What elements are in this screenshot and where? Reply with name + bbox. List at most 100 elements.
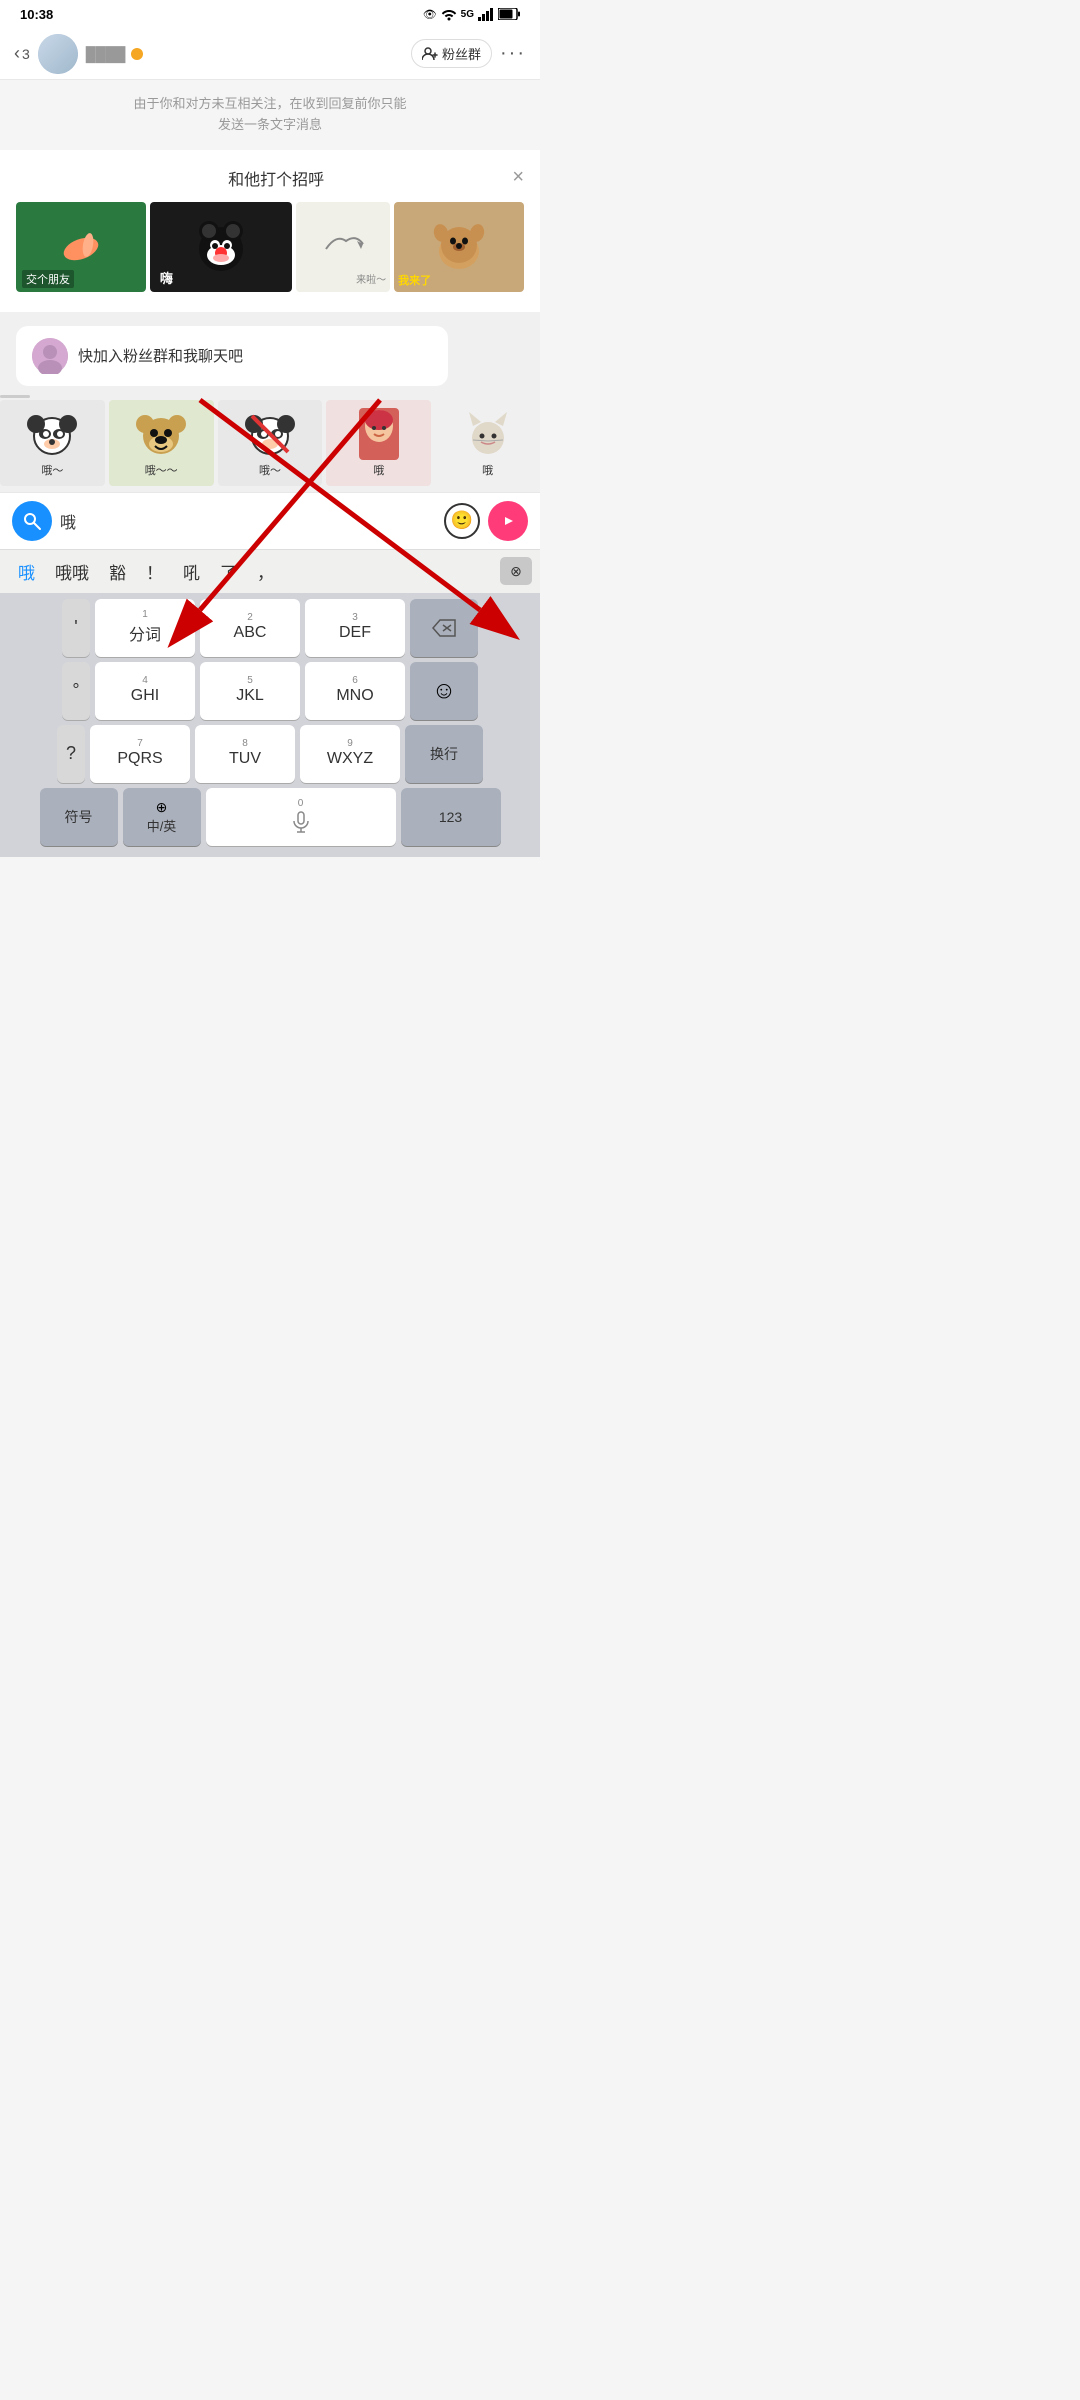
sticker-label-2: 嗨 xyxy=(156,267,177,288)
key-symbol[interactable]: 符号 xyxy=(40,788,118,846)
back-button[interactable]: ‹ 3 xyxy=(14,43,30,64)
sticker-2-item-1[interactable]: 哦～ xyxy=(0,400,105,486)
message-text: 快加入粉丝群和我聊天吧 xyxy=(78,345,243,366)
key-jkl[interactable]: 5 JKL xyxy=(200,662,300,720)
key-period[interactable]: ° xyxy=(62,662,90,720)
more-icon: ··· xyxy=(500,42,526,64)
sticker-item-3[interactable]: 来啦～ xyxy=(296,202,390,292)
sticker-2-label-5: 哦 xyxy=(482,462,493,478)
send-icon xyxy=(498,511,518,531)
key-language[interactable]: ⊕ 中/英 xyxy=(123,788,201,846)
key-fenci[interactable]: 1 分词 xyxy=(95,599,195,657)
search-button[interactable] xyxy=(12,501,52,541)
sticker-bird-icon xyxy=(321,229,365,265)
key-num-3: 3 xyxy=(352,613,358,623)
emoji-button[interactable]: 🙂 xyxy=(444,503,480,539)
sticker-2-item-5[interactable]: 哦 xyxy=(435,400,540,486)
keyboard: ' 1 分词 2 ABC 3 DEF ° 4 GHI xyxy=(0,593,540,857)
person-icon xyxy=(422,47,438,61)
key-tuv[interactable]: 8 TUV xyxy=(195,725,295,783)
contact-name: ████ xyxy=(86,46,403,62)
send-button[interactable] xyxy=(488,501,528,541)
key-apostrophe[interactable]: ' xyxy=(62,599,90,657)
candidate-item-4[interactable]: 吼 xyxy=(173,555,210,588)
key-row-2: ° 4 GHI 5 JKL 6 MNO ☺ xyxy=(4,662,536,720)
bear-icon-2 xyxy=(135,408,187,460)
header: ‹ 3 ████ 粉丝群 ··· xyxy=(0,28,540,80)
candidate-item-3[interactable]: ！ xyxy=(136,555,173,588)
sticker-item-1[interactable]: 交个朋友 xyxy=(16,202,146,292)
key-num-8: 8 xyxy=(242,739,248,749)
globe-icon: ⊕ xyxy=(156,799,168,816)
message-bubble: 快加入粉丝群和我聊天吧 xyxy=(16,326,448,386)
message-input[interactable] xyxy=(60,503,436,539)
sticker-row-2: 哦～ 哦～～ xyxy=(0,400,540,492)
key-num-toggle-label: 123 xyxy=(439,809,462,825)
mic-icon xyxy=(289,810,313,834)
emoji-icon: 🙂 xyxy=(451,510,473,531)
key-def-label: DEF xyxy=(339,624,371,642)
candidate-item-2[interactable]: 豁 xyxy=(99,555,136,588)
candidate-delete-button[interactable]: ⊗ xyxy=(500,557,532,585)
candidate-item-6[interactable]: ， xyxy=(247,555,284,588)
close-greeting-button[interactable]: × xyxy=(512,166,524,189)
panda-icon-2 xyxy=(244,408,296,460)
sticker-2-item-2[interactable]: 哦～～ xyxy=(109,400,214,486)
key-enter[interactable]: 换行 xyxy=(405,725,483,783)
input-bar: 🙂 xyxy=(0,492,540,549)
key-wxyz-label: WXYZ xyxy=(327,750,373,768)
fans-group-button[interactable]: 粉丝群 xyxy=(411,39,492,68)
key-ghi[interactable]: 4 GHI xyxy=(95,662,195,720)
backspace-icon xyxy=(431,618,457,638)
key-wxyz[interactable]: 9 WXYZ xyxy=(300,725,400,783)
sticker-row-1: 交个朋友 嗨 xyxy=(16,202,524,292)
candidate-item-1[interactable]: 哦哦 xyxy=(45,555,99,588)
key-num-0: 0 xyxy=(298,799,304,809)
candidate-item-0[interactable]: 哦 xyxy=(8,555,45,588)
sticker-2-item-4[interactable]: 哦 xyxy=(326,400,431,486)
sticker-2-item-3[interactable]: 哦～ xyxy=(218,400,323,486)
key-enter-label: 换行 xyxy=(430,744,458,764)
key-lang-label: 中/英 xyxy=(147,816,177,835)
key-emoji[interactable]: ☺ xyxy=(410,662,478,720)
key-pqrs-label: PQRS xyxy=(117,750,162,768)
sticker-bear-icon xyxy=(191,217,251,277)
key-num-7: 7 xyxy=(137,739,143,749)
more-button[interactable]: ··· xyxy=(500,42,526,65)
key-mno[interactable]: 6 MNO xyxy=(305,662,405,720)
status-bar: 10:38 👁 5G xyxy=(0,0,540,28)
network-icon: 5G xyxy=(461,9,474,20)
key-fenci-label: 分词 xyxy=(129,621,161,645)
sticker-hand-icon xyxy=(56,227,106,267)
emoji-key-icon: ☺ xyxy=(432,677,457,705)
candidate-item-5[interactable]: 了 xyxy=(210,555,247,588)
key-number-toggle[interactable]: 123 xyxy=(401,788,501,846)
key-num-1: 1 xyxy=(142,610,148,620)
visibility-icon: 👁 xyxy=(423,8,437,21)
key-def[interactable]: 3 DEF xyxy=(305,599,405,657)
key-row-1: ' 1 分词 2 ABC 3 DEF xyxy=(4,599,536,657)
key-pqrs[interactable]: 7 PQRS xyxy=(90,725,190,783)
key-backspace[interactable] xyxy=(410,599,478,657)
key-jkl-label: JKL xyxy=(236,687,264,705)
key-abc[interactable]: 2 ABC xyxy=(200,599,300,657)
key-space[interactable]: 0 xyxy=(206,788,396,846)
key-row-4: 符号 ⊕ 中/英 0 123 xyxy=(4,788,536,846)
sender-avatar xyxy=(32,338,68,374)
sticker-2-label-1: 哦～ xyxy=(41,462,63,478)
search-icon xyxy=(22,511,42,531)
sticker-2-label-3: 哦～ xyxy=(259,462,281,478)
sticker-2-label-4: 哦 xyxy=(373,462,384,478)
sticker-dog-icon xyxy=(431,217,487,277)
avatar-image xyxy=(38,34,78,74)
key-row-3: ? 7 PQRS 8 TUV 9 WXYZ 换行 xyxy=(4,725,536,783)
delete-icon: ⊗ xyxy=(510,563,522,580)
key-abc-label: ABC xyxy=(234,624,267,642)
key-symbol-label: 符号 xyxy=(65,807,93,827)
signal-icon xyxy=(478,7,494,21)
message-area: 快加入粉丝群和我聊天吧 xyxy=(0,312,540,400)
avatar[interactable] xyxy=(38,34,78,74)
sticker-item-4[interactable]: 我来了 xyxy=(394,202,524,292)
key-question[interactable]: ? xyxy=(57,725,85,783)
sticker-item-2[interactable]: 嗨 xyxy=(150,202,292,292)
